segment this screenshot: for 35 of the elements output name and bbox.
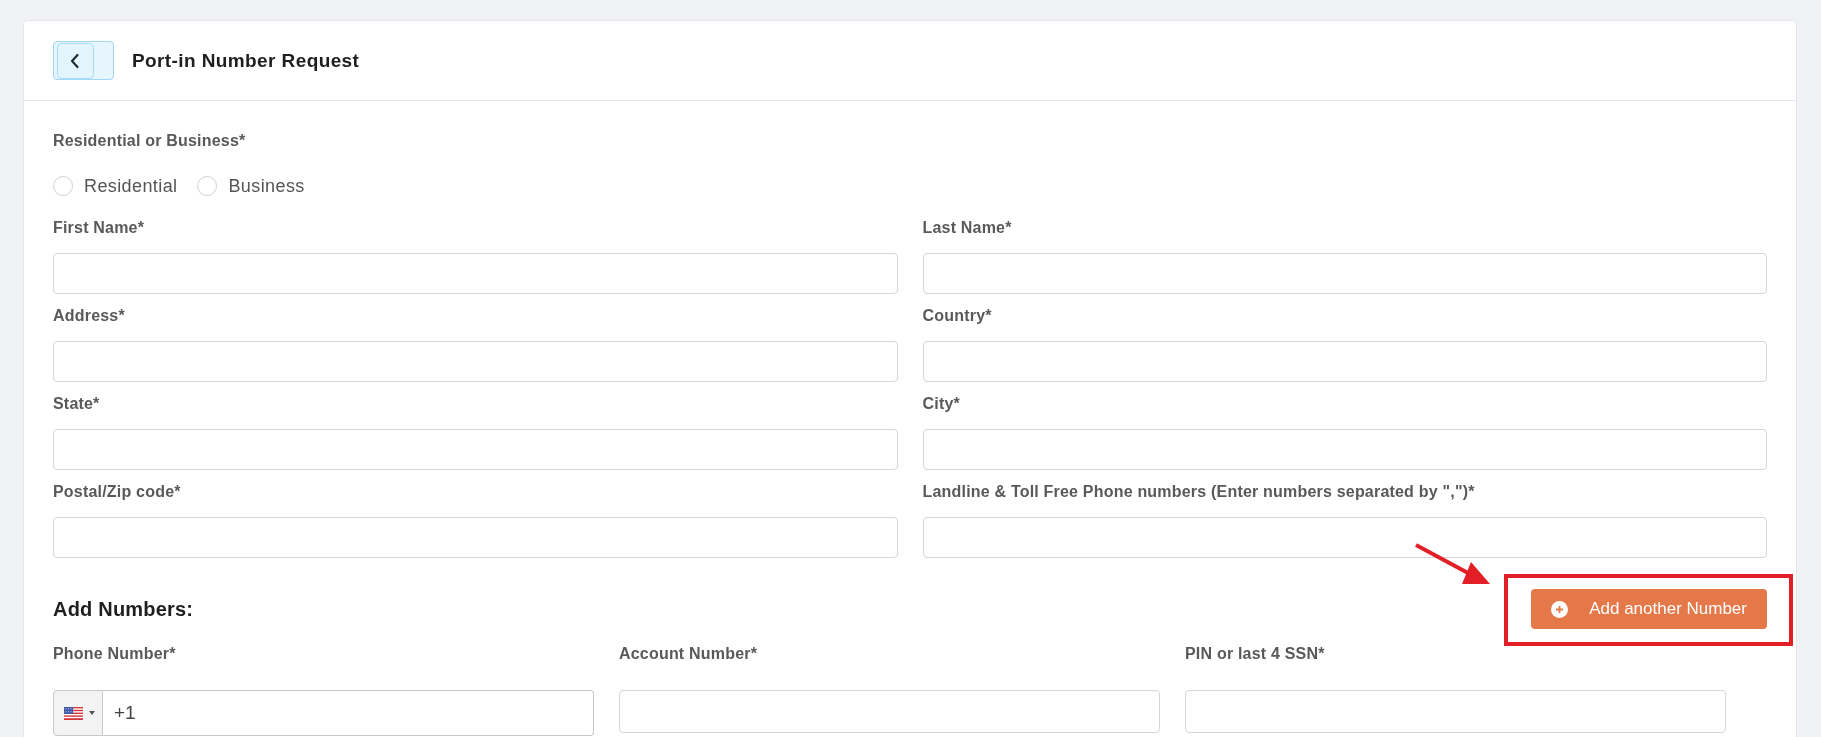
text-field[interactable] bbox=[619, 690, 1160, 733]
flag-icon bbox=[64, 706, 83, 720]
back-button[interactable] bbox=[53, 41, 114, 80]
radio-button[interactable] bbox=[53, 176, 73, 196]
field-label: State* bbox=[53, 394, 101, 414]
phone-input[interactable]: +1 bbox=[103, 690, 594, 736]
field-label: Landline & Toll Free Phone numbers (Enter numbers separated by ",")* bbox=[922, 482, 1476, 502]
text-field[interactable] bbox=[922, 341, 1767, 382]
text-field[interactable] bbox=[1185, 690, 1726, 733]
field-label: First Name* bbox=[53, 218, 146, 238]
section-heading: Add Numbers: bbox=[53, 597, 194, 621]
field-label: PIN or last 4 SSN* bbox=[1185, 644, 1326, 664]
field-label: Address* bbox=[53, 306, 126, 326]
field-label: Residential or Business* bbox=[53, 131, 247, 151]
field-label: Phone Number* bbox=[53, 644, 177, 664]
field-label: City* bbox=[922, 394, 961, 414]
radio-label[interactable]: Residential bbox=[84, 176, 178, 196]
caret-down-icon bbox=[89, 711, 95, 715]
text-field[interactable] bbox=[53, 341, 898, 382]
radio-label[interactable]: Business bbox=[228, 176, 305, 196]
text-field[interactable] bbox=[922, 429, 1767, 470]
text-field[interactable] bbox=[53, 517, 898, 558]
page-title: Port-in Number Request bbox=[132, 49, 360, 72]
text-field[interactable] bbox=[53, 253, 898, 294]
country-select[interactable] bbox=[53, 690, 103, 736]
field-label: Postal/Zip code* bbox=[53, 482, 182, 502]
plus-circle-icon bbox=[1551, 600, 1569, 618]
text-field[interactable] bbox=[922, 253, 1767, 294]
text-field[interactable] bbox=[922, 517, 1767, 558]
field-label: Last Name* bbox=[922, 218, 1013, 238]
field-label: Country* bbox=[922, 306, 993, 326]
chevron-left-icon bbox=[57, 42, 94, 79]
field-label: Account Number* bbox=[619, 644, 759, 664]
text-field[interactable] bbox=[53, 429, 898, 470]
radio-button[interactable] bbox=[197, 176, 218, 196]
